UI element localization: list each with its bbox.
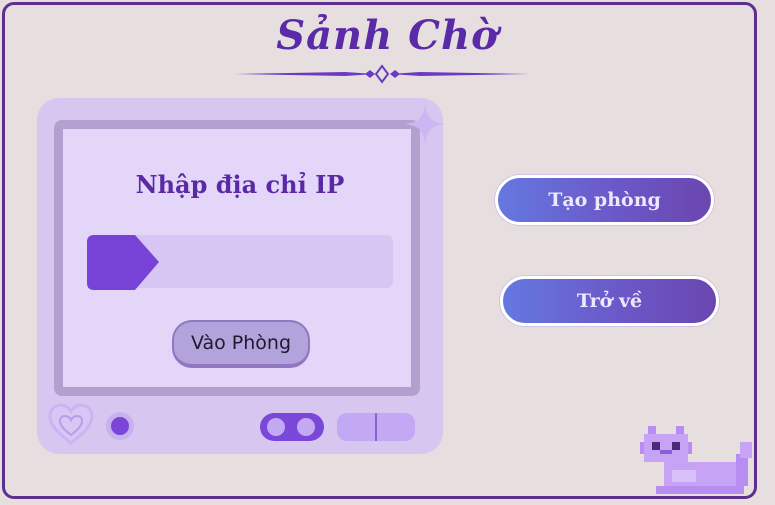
ornament-divider-icon [235, 64, 530, 84]
pixel-cat-icon [640, 426, 752, 494]
ip-input[interactable] [161, 235, 391, 290]
heart-icon [48, 403, 94, 445]
back-button[interactable]: Trở về [500, 276, 719, 326]
round-button [106, 412, 134, 440]
join-room-panel: Nhập địa chỉ IP Vào Phòng [37, 98, 445, 454]
enter-room-button[interactable]: Vào Phòng [172, 320, 310, 368]
toggle-pill [260, 413, 324, 441]
ip-label: Nhập địa chỉ IP [135, 170, 345, 199]
create-room-button[interactable]: Tạo phòng [495, 175, 714, 225]
input-tab-icon [87, 235, 159, 290]
double-pill-button [337, 413, 415, 441]
sparkle-icon [405, 104, 445, 144]
ip-input-container [87, 235, 393, 290]
page-title: Sảnh Chờ [276, 12, 499, 59]
